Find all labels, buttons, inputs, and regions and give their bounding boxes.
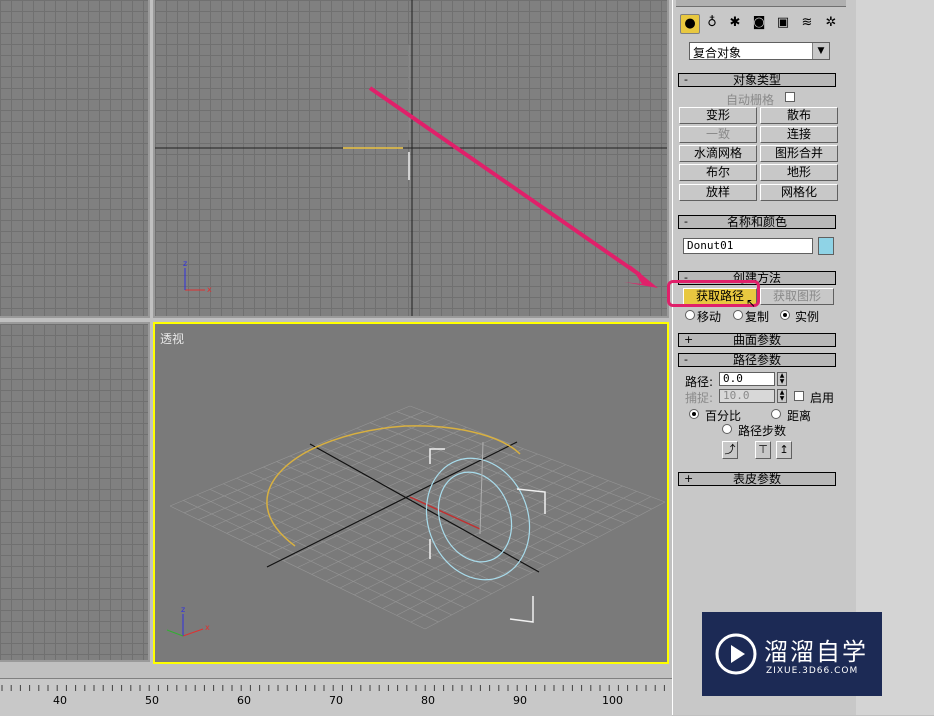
ruler-tick-label: 50 — [145, 694, 159, 707]
terrain-button[interactable]: 地形 — [760, 164, 838, 181]
snap-spinner-arrows[interactable]: ▲ ▼ — [777, 389, 787, 403]
rollout-title: 路径参数 — [732, 353, 781, 367]
right-strip — [856, 0, 934, 715]
path-field[interactable]: 0.0 — [719, 372, 775, 386]
move-radio[interactable] — [685, 310, 695, 320]
morph-button[interactable]: 变形 — [679, 107, 757, 124]
rollout-object-type[interactable]: - 对象类型 — [678, 73, 836, 87]
path-steps-radio[interactable] — [722, 424, 732, 434]
distance-label: 距离 — [787, 409, 812, 423]
category-dropdown[interactable]: 复合对象 ▼ — [689, 42, 830, 60]
mesher-button[interactable]: 网格化 — [760, 184, 838, 201]
percentage-radio[interactable] — [689, 409, 699, 419]
object-color-swatch[interactable] — [818, 237, 834, 255]
connect-button[interactable]: 连接 — [760, 126, 838, 143]
panel-top-tabs — [676, 0, 846, 7]
boolean-button[interactable]: 布尔 — [679, 164, 757, 181]
pick-path-icon[interactable]: ⤴ — [722, 441, 738, 459]
lights-icon[interactable]: ✱ — [726, 14, 744, 32]
chevron-down-icon[interactable]: ▼ — [812, 43, 829, 59]
ruler-tick-label: 70 — [329, 694, 343, 707]
spacewarps-icon[interactable]: ≋ — [798, 14, 816, 32]
path-steps-label: 路径步数 — [738, 424, 787, 438]
blobmesh-button[interactable]: 水滴网格 — [679, 145, 757, 162]
rollout-title: 名称和颜色 — [726, 215, 787, 229]
next-shape-icon[interactable]: ↥ — [776, 441, 792, 459]
category-dropdown-value: 复合对象 — [693, 46, 742, 60]
rollout-surface-params[interactable]: + 曲面参数 — [678, 333, 836, 347]
instance-label: 实例 — [795, 310, 820, 324]
move-label: 移动 — [697, 310, 722, 324]
systems-icon[interactable]: ✲ — [822, 14, 840, 32]
scatter-button[interactable]: 散布 — [760, 107, 838, 124]
enable-label: 启用 — [810, 391, 835, 405]
copy-label: 复制 — [745, 310, 770, 324]
enable-checkbox[interactable] — [794, 391, 804, 401]
ruler-tick-label: 80 — [421, 694, 435, 707]
distance-radio[interactable] — [771, 409, 781, 419]
path-spinner-arrows[interactable]: ▲ ▼ — [777, 372, 787, 386]
autogrid-checkbox[interactable] — [785, 92, 795, 102]
loft-button[interactable]: 放样 — [679, 184, 757, 201]
play-logo-icon — [715, 633, 757, 675]
previous-shape-icon[interactable]: ⊤ — [755, 441, 771, 459]
ruler-tick-label: 60 — [237, 694, 251, 707]
shapes-icon[interactable]: ♁ — [703, 14, 721, 32]
rollout-title: 表皮参数 — [732, 472, 781, 486]
rollout-name-color[interactable]: - 名称和颜色 — [678, 215, 836, 229]
rollout-skin-params[interactable]: + 表皮参数 — [678, 472, 836, 486]
snap-field[interactable]: 10.0 — [719, 389, 775, 403]
ruler-tick-label: 40 — [53, 694, 67, 707]
shapemerge-button[interactable]: 图形合并 — [760, 145, 838, 162]
path-label: 路径: — [685, 375, 714, 389]
rollout-title: 对象类型 — [732, 73, 781, 87]
watermark: 溜溜自学 ZIXUE.3D66.COM — [702, 612, 882, 696]
ruler-ticks — [1, 685, 665, 691]
cameras-icon[interactable]: ◙ — [750, 14, 768, 32]
rollout-title: 曲面参数 — [732, 333, 781, 347]
watermark-url: ZIXUE.3D66.COM — [766, 666, 859, 676]
helpers-icon[interactable]: ▣ — [774, 14, 792, 32]
ruler-tick-label: 100 — [602, 694, 623, 707]
instance-radio[interactable] — [780, 310, 790, 320]
get-shape-button[interactable]: 获取图形 — [760, 288, 834, 305]
rollout-path-params[interactable]: - 路径参数 — [678, 353, 836, 367]
geometry-icon[interactable]: ● — [680, 14, 700, 34]
object-name-field[interactable]: Donut01 — [683, 238, 813, 254]
percentage-label: 百分比 — [705, 409, 742, 423]
autogrid-label: 自动栅格 — [726, 93, 775, 107]
snap-label: 捕捉: — [685, 391, 714, 405]
conform-button[interactable]: 一致 — [679, 126, 757, 143]
copy-radio[interactable] — [733, 310, 743, 320]
watermark-brand: 溜溜自学 — [764, 638, 868, 666]
ruler-tick-label: 90 — [513, 694, 527, 707]
